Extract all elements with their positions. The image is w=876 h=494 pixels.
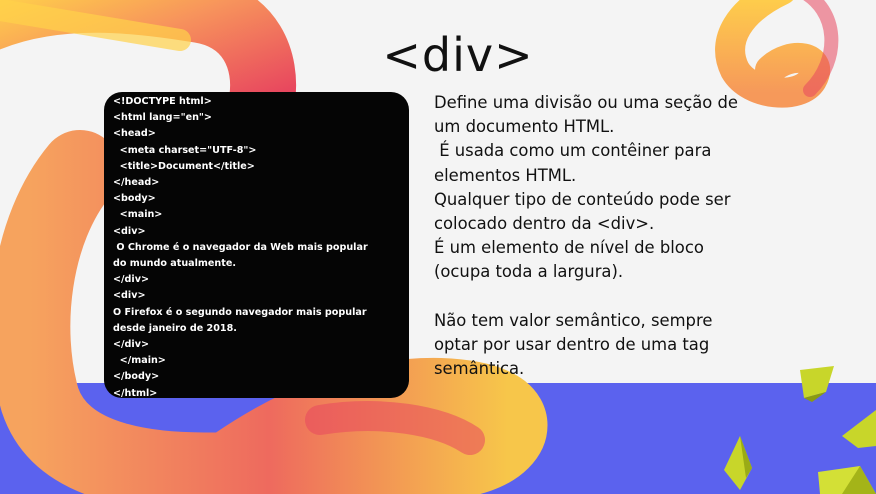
description-line: Qualquer tipo de conteúdo pode ser bbox=[434, 189, 731, 209]
code-line: <html lang="en"> bbox=[113, 112, 212, 124]
code-block: <!DOCTYPE html> <html lang="en"> <head> <m… bbox=[104, 92, 409, 398]
description: Define uma divisão ou uma seção de um doc… bbox=[434, 91, 764, 381]
description-line: Define uma divisão ou uma seção de bbox=[434, 93, 738, 112]
description-line: colocado dentro da <div>. bbox=[434, 214, 655, 234]
description-line: elementos HTML. bbox=[434, 165, 577, 185]
slide: <div> <!DOCTYPE html> <html lang="en"> <he… bbox=[0, 0, 876, 494]
code-line: <head> bbox=[113, 128, 156, 140]
code-line: do mundo atualmente. bbox=[113, 258, 236, 270]
code-line: O Chrome é o navegador da Web mais popul… bbox=[113, 241, 368, 253]
description-line: É usada como um contêiner para bbox=[434, 141, 712, 161]
code-line: desde janeiro de 2018. bbox=[113, 322, 237, 334]
description-paragraph-1: Define uma divisão ou uma seção de um doc… bbox=[434, 91, 764, 285]
code-line: </main> bbox=[113, 355, 166, 367]
code-line: <div> bbox=[113, 290, 146, 302]
description-line: um documento HTML. bbox=[434, 117, 615, 137]
code-line: </html> bbox=[113, 387, 158, 398]
description-line: (ocupa toda a largura). bbox=[434, 262, 624, 282]
code-line: </head> bbox=[113, 177, 160, 189]
code-line: <meta charset="UTF-8"> bbox=[113, 144, 257, 156]
code-line: <div> bbox=[113, 225, 146, 237]
description-line: É um elemento de nível de bloco bbox=[434, 238, 704, 258]
description-line: Não tem valor semântico, sempre bbox=[434, 310, 713, 330]
pyramids-shape bbox=[724, 366, 876, 494]
code-line: <main> bbox=[113, 209, 163, 221]
description-line: semântica. bbox=[434, 359, 525, 379]
code-line: <title>Document</title> bbox=[113, 160, 255, 172]
description-paragraph-2: Não tem valor semântico, sempre optar por… bbox=[434, 309, 764, 382]
code-line: </div> bbox=[113, 339, 149, 351]
code-line: <body> bbox=[113, 193, 156, 205]
code-line: </body> bbox=[113, 371, 160, 383]
code-line: O Firefox é o segundo navegador mais pop… bbox=[113, 306, 367, 318]
page-title: <div> bbox=[382, 28, 534, 82]
code-line: <!DOCTYPE html> bbox=[113, 96, 212, 107]
description-line: optar por usar dentro de uma tag bbox=[434, 334, 710, 354]
code-line: </div> bbox=[113, 274, 149, 286]
